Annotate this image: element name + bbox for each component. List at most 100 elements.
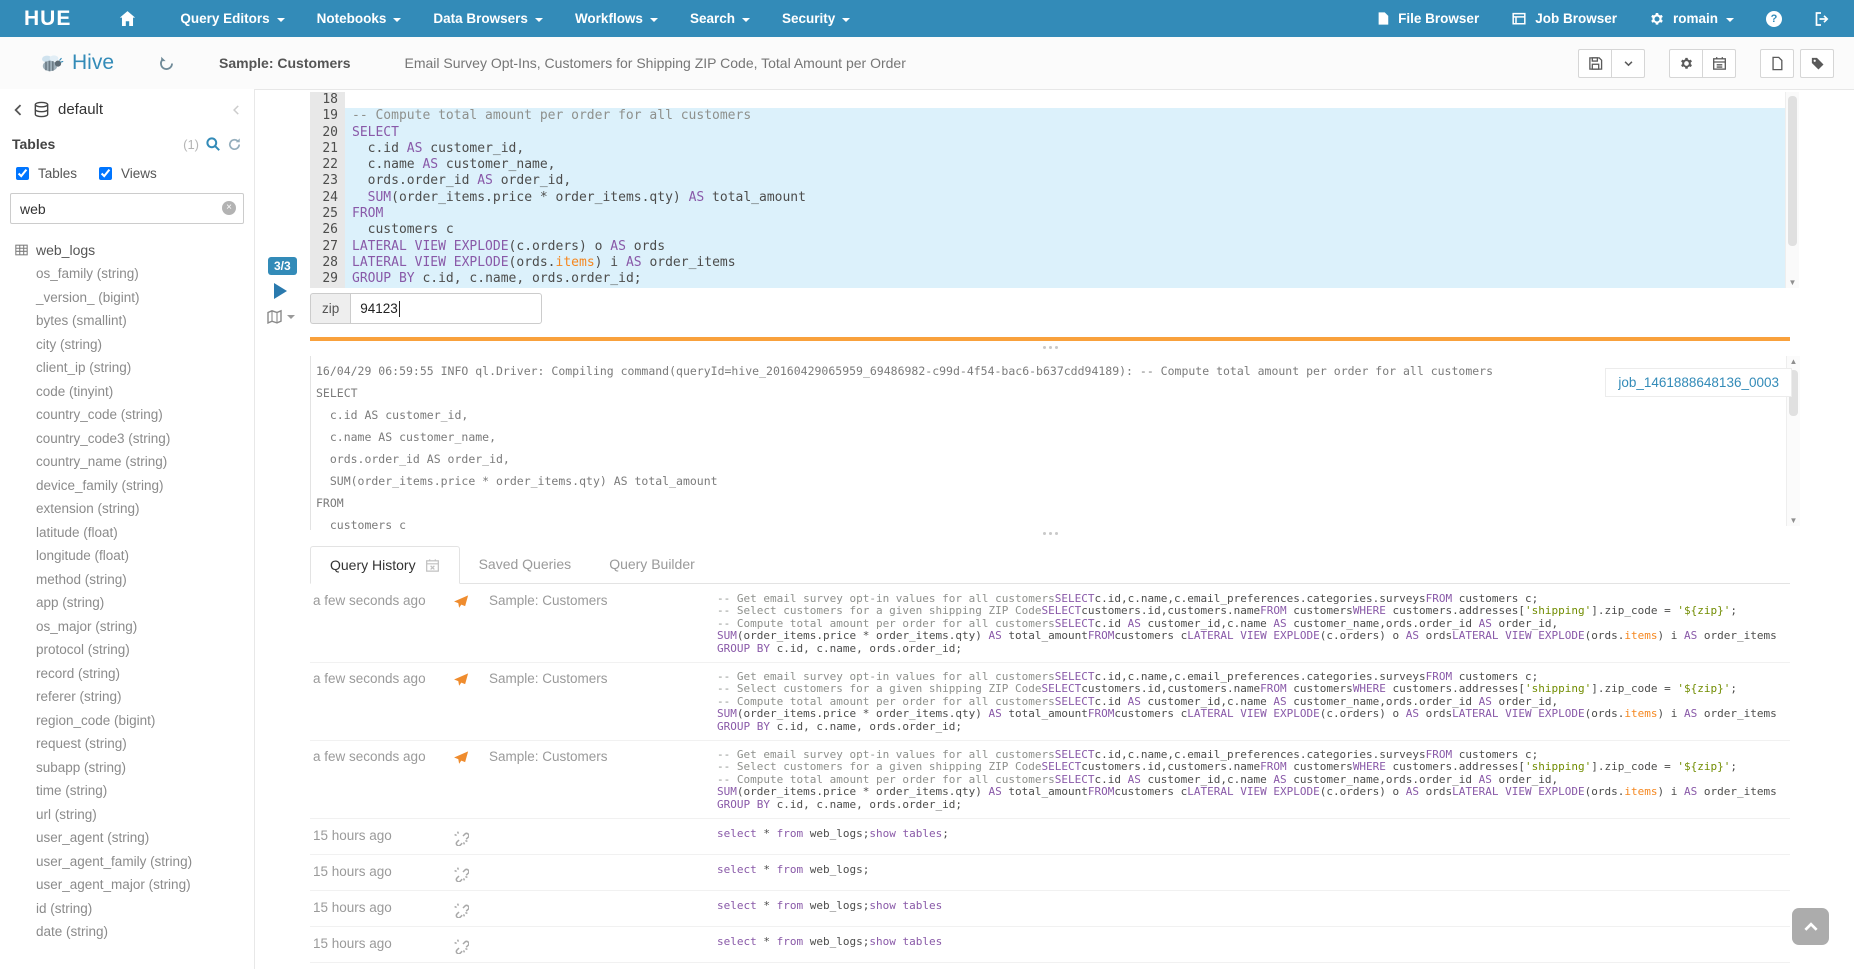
search-icon[interactable] <box>205 136 221 152</box>
editor-code[interactable]: ords.order_id AS order_id, <box>345 173 1786 189</box>
column-item[interactable]: date (string) <box>36 920 254 944</box>
scroll-down-icon[interactable]: ▼ <box>1786 278 1799 287</box>
column-item[interactable]: time (string) <box>36 779 254 803</box>
views-checkbox-input[interactable] <box>99 167 112 180</box>
resize-grip[interactable] <box>310 532 1790 535</box>
column-item[interactable]: longitude (float) <box>36 544 254 568</box>
hive-brand[interactable]: Hive <box>38 51 114 75</box>
history-sql[interactable]: select * from web_logs;show tables <box>717 900 1790 918</box>
column-item[interactable]: user_agent_major (string) <box>36 873 254 897</box>
column-item[interactable]: method (string) <box>36 568 254 592</box>
column-item[interactable]: os_family (string) <box>36 262 254 286</box>
tab-query-builder[interactable]: Query Builder <box>590 545 714 583</box>
collapse-sidebar-icon[interactable] <box>231 104 242 116</box>
column-item[interactable]: subapp (string) <box>36 756 254 780</box>
tables-checkbox-input[interactable] <box>16 167 29 180</box>
column-item[interactable]: bytes (smallint) <box>36 309 254 333</box>
history-row[interactable]: 15 hours agoselect * from web_logs;show … <box>310 891 1790 927</box>
filter-views-checkbox[interactable]: Views <box>95 164 157 183</box>
resize-grip[interactable] <box>310 346 1790 349</box>
table-item-web-logs[interactable]: web_logs <box>14 242 240 258</box>
query-history-icon[interactable] <box>158 55 175 72</box>
editor-code[interactable]: -- Compute total amount per order for al… <box>345 108 1786 124</box>
clear-search-icon[interactable]: × <box>222 201 236 215</box>
nav-menu-notebooks[interactable]: Notebooks <box>301 0 418 37</box>
database-name[interactable]: default <box>58 101 103 118</box>
tag-icon[interactable] <box>1800 49 1834 78</box>
column-item[interactable]: url (string) <box>36 803 254 827</box>
editor-code[interactable]: SELECT <box>345 125 1786 141</box>
column-item[interactable]: device_family (string) <box>36 474 254 498</box>
history-row[interactable]: 15 hours agoselect * from web_logs;show … <box>310 927 1790 963</box>
editor-code[interactable] <box>345 92 1786 108</box>
editor-code[interactable]: c.name AS customer_name, <box>345 157 1786 173</box>
history-row[interactable]: 15 hours agoselect * from web_logs; <box>310 855 1790 891</box>
history-sql[interactable]: select * from web_logs;show tables <box>717 936 1790 954</box>
column-item[interactable]: app (string) <box>36 591 254 615</box>
column-item[interactable]: user_agent (string) <box>36 826 254 850</box>
filter-tables-checkbox[interactable]: Tables <box>12 164 77 183</box>
history-row[interactable]: a few seconds agoSample: Customers-- Get… <box>310 585 1790 663</box>
column-item[interactable]: latitude (float) <box>36 521 254 545</box>
save-dropdown-button[interactable] <box>1611 49 1645 78</box>
history-sql[interactable]: -- Get email survey opt-in values for al… <box>717 749 1790 811</box>
editor-code[interactable]: GROUP BY c.id, c.name, ords.order_id; <box>345 271 1786 287</box>
history-sql[interactable]: select * from web_logs;show tables; <box>717 828 1790 846</box>
nav-menu-security[interactable]: Security <box>766 0 866 37</box>
sql-editor[interactable]: 1819-- Compute total amount per order fo… <box>310 92 1786 288</box>
column-item[interactable]: code (tinyint) <box>36 380 254 404</box>
refresh-icon[interactable] <box>227 137 242 152</box>
schedule-button[interactable] <box>1702 49 1736 78</box>
home-icon[interactable] <box>107 0 148 37</box>
sign-out-icon[interactable] <box>1814 11 1830 27</box>
variable-input[interactable]: 94123 <box>350 293 542 324</box>
editor-code[interactable]: SUM(order_items.price * order_items.qty)… <box>345 190 1786 206</box>
column-item[interactable]: request (string) <box>36 732 254 756</box>
column-item[interactable]: _version_ (bigint) <box>36 286 254 310</box>
nav-menu-workflows[interactable]: Workflows <box>559 0 674 37</box>
column-item[interactable]: extension (string) <box>36 497 254 521</box>
user-menu[interactable]: romain <box>1649 0 1734 37</box>
settings-button[interactable] <box>1669 49 1703 78</box>
history-sql[interactable]: select * from web_logs; <box>717 864 1790 882</box>
editor-code[interactable]: LATERAL VIEW EXPLODE(c.orders) o AS ords <box>345 239 1786 255</box>
back-chevron-icon[interactable] <box>12 103 25 117</box>
column-item[interactable]: country_code (string) <box>36 403 254 427</box>
column-item[interactable]: region_code (bigint) <box>36 709 254 733</box>
column-item[interactable]: protocol (string) <box>36 638 254 662</box>
save-button[interactable] <box>1578 49 1612 78</box>
editor-code[interactable]: LATERAL VIEW EXPLODE(ords.items) i AS or… <box>345 255 1786 271</box>
history-row[interactable]: a few seconds agoSample: Customers-- Get… <box>310 663 1790 741</box>
job-link[interactable]: job_1461888648136_0003 <box>1605 368 1792 397</box>
job-browser-link[interactable]: Job Browser <box>1511 0 1617 37</box>
history-row[interactable]: a few seconds agoSample: Customers-- Get… <box>310 741 1790 819</box>
history-sql[interactable]: -- Get email survey opt-in values for al… <box>717 671 1790 733</box>
new-query-button[interactable] <box>1760 49 1794 78</box>
column-item[interactable]: record (string) <box>36 662 254 686</box>
nav-menu-data-browsers[interactable]: Data Browsers <box>417 0 559 37</box>
file-browser-link[interactable]: File Browser <box>1376 0 1479 37</box>
column-item[interactable]: city (string) <box>36 333 254 357</box>
column-item[interactable]: referer (string) <box>36 685 254 709</box>
design-name[interactable]: Sample: Customers <box>219 55 350 71</box>
calendar-clear-icon[interactable] <box>425 558 440 573</box>
nav-menu-search[interactable]: Search <box>674 0 766 37</box>
column-item[interactable]: user_agent_family (string) <box>36 850 254 874</box>
tab-query-history[interactable]: Query History <box>310 546 460 584</box>
editor-code[interactable]: customers c <box>345 222 1786 238</box>
editor-code[interactable]: FROM <box>345 206 1786 222</box>
nav-menu-query-editors[interactable]: Query Editors <box>164 0 300 37</box>
column-item[interactable]: client_ip (string) <box>36 356 254 380</box>
scroll-down-icon[interactable]: ▼ <box>1787 516 1800 525</box>
tab-saved-queries[interactable]: Saved Queries <box>460 545 591 583</box>
help-icon[interactable]: ? <box>1766 11 1782 27</box>
hue-logo[interactable]: HUE <box>24 7 71 31</box>
column-item[interactable]: country_name (string) <box>36 450 254 474</box>
editor-code[interactable]: c.id AS customer_id, <box>345 141 1786 157</box>
execute-button[interactable] <box>274 283 287 299</box>
history-sql[interactable]: -- Get email survey opt-in values for al… <box>717 593 1790 655</box>
history-row[interactable]: 15 hours agoselect * from web_logs;show … <box>310 819 1790 855</box>
table-search-input[interactable] <box>10 193 244 224</box>
history-row[interactable]: 15 hours agoselect * from web_logs;show … <box>310 963 1790 969</box>
scroll-to-top-button[interactable] <box>1792 908 1829 945</box>
